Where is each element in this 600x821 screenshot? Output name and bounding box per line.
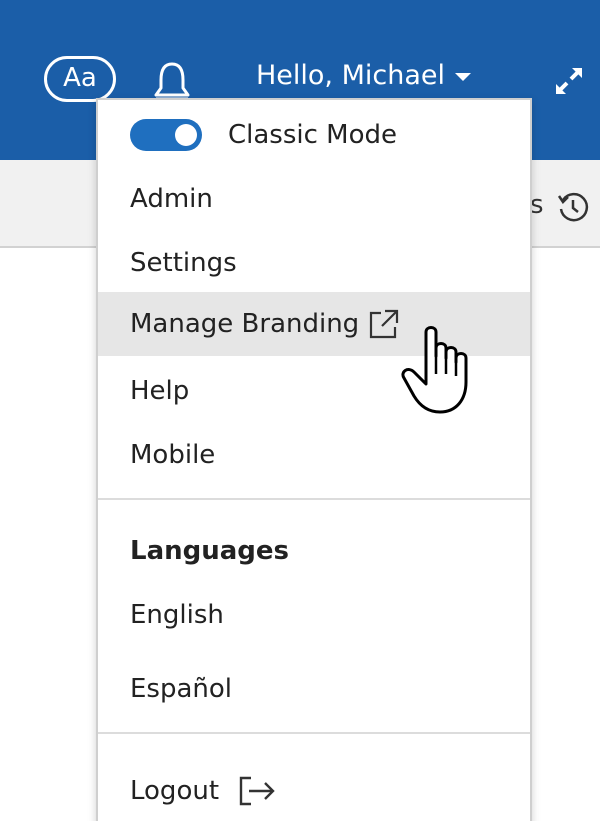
menu-item-label: Admin	[130, 184, 213, 214]
language-option-label: English	[130, 600, 224, 630]
user-menu-button[interactable]: Hello, Michael	[256, 58, 472, 94]
menu-item-label: Mobile	[130, 440, 216, 470]
user-dropdown-menu: Classic Mode Admin Settings Manage Brand…	[96, 98, 532, 821]
menu-divider	[98, 498, 530, 500]
language-option-espanol[interactable]: Español	[98, 664, 530, 714]
menu-item-label: Manage Branding	[130, 309, 360, 339]
language-option-label: Español	[130, 674, 233, 704]
classic-mode-label: Classic Mode	[228, 120, 398, 150]
languages-heading: Languages	[130, 536, 290, 566]
caret-down-icon	[455, 72, 472, 81]
menu-item-settings[interactable]: Settings	[98, 238, 530, 288]
logout-button[interactable]: Logout	[98, 766, 530, 816]
screenshot-stage: Aa Hello, Michael s Classic Mode Admin S…	[0, 0, 600, 821]
menu-item-help[interactable]: Help	[98, 366, 530, 416]
menu-divider	[98, 732, 530, 734]
menu-item-label: Help	[130, 376, 190, 406]
language-option-english[interactable]: English	[98, 590, 530, 640]
classic-mode-toggle-row[interactable]: Classic Mode	[98, 112, 530, 158]
collapse-arrows-icon[interactable]	[552, 64, 586, 98]
menu-item-label: Settings	[130, 248, 237, 278]
external-link-icon	[367, 307, 401, 341]
classic-mode-toggle[interactable]	[130, 119, 202, 151]
toggle-knob	[175, 124, 197, 146]
menu-item-manage-branding[interactable]: Manage Branding	[98, 292, 530, 356]
history-icon[interactable]	[556, 190, 590, 224]
languages-heading-row: Languages	[98, 528, 530, 574]
logout-icon	[237, 774, 277, 808]
font-size-button[interactable]: Aa	[44, 56, 116, 102]
user-greeting: Hello, Michael	[256, 60, 446, 91]
menu-item-admin[interactable]: Admin	[98, 174, 530, 224]
toolbar-partial-label: s	[530, 190, 544, 220]
menu-item-mobile[interactable]: Mobile	[98, 430, 530, 480]
logout-label: Logout	[130, 776, 220, 806]
